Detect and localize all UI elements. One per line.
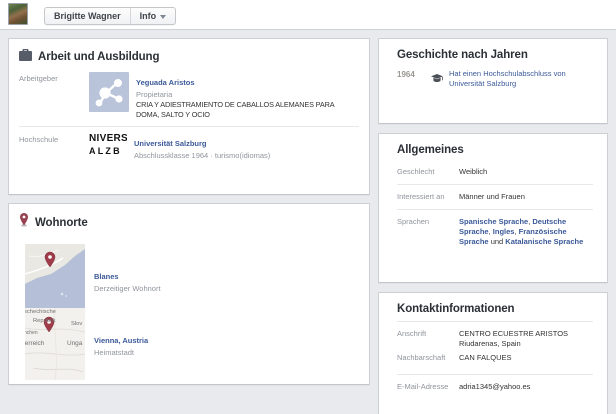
work-education-card: Arbeit und Ausbildung Arbeitgeber Yeguad… <box>8 38 370 195</box>
employer-label: Arbeitgeber <box>19 72 89 84</box>
neighborhood-row: Nachbarschaft CAN FALQUES <box>397 351 593 368</box>
interested-in-value: Männer und Frauen <box>459 192 593 202</box>
address-label: Anschrift <box>397 329 449 339</box>
interested-in-label: Interessiert an <box>397 192 449 202</box>
places-card: Wohnorte Blanes Derzeitiger Wohnort <box>8 203 370 385</box>
language-separator: und <box>489 237 506 246</box>
contact-info-title: Kontaktinformationen <box>397 303 593 315</box>
email-row: E-Mail-Adresse adria1345@yahoo.es <box>397 377 593 397</box>
current-city-link[interactable]: Blanes <box>94 272 119 281</box>
current-city-map-thumbnail[interactable] <box>25 244 85 308</box>
profile-nav-buttons: Brigitte Wagner Info <box>44 7 176 25</box>
basic-info-title: Allgemeines <box>397 144 593 156</box>
employer-role: Propietaria <box>136 90 359 100</box>
university-logo: NIVERS ALZB <box>89 133 127 159</box>
university-logo-text-2: ALZB <box>89 145 127 157</box>
info-tab-button[interactable]: Info <box>130 8 176 24</box>
row-divider <box>397 209 593 210</box>
hometown-link[interactable]: Vienna, Austria <box>94 336 148 345</box>
row-divider <box>397 374 593 375</box>
neighborhood-value: CAN FALQUES <box>459 353 593 363</box>
profile-name-button[interactable]: Brigitte Wagner <box>45 8 130 24</box>
row-divider <box>19 126 359 127</box>
profile-about-page: Brigitte Wagner Info Arbeit und Ausbildu… <box>0 0 616 414</box>
languages-value: Spanische Sprache, Deutsche Sprache, Ing… <box>459 217 593 247</box>
current-city-type: Derzeitiger Wohnort <box>94 284 161 294</box>
map-label: nchen <box>25 330 38 336</box>
college-row: Hochschule NIVERS ALZB Universität Salzb… <box>19 133 359 161</box>
address-row: Anschrift CENTRO ECUESTRE ARISTOS Riudar… <box>397 324 593 351</box>
history-entry-link[interactable]: Hat einen Hochschulabschluss von Univers… <box>449 69 593 89</box>
info-tab-label: Info <box>140 11 157 21</box>
employer-name-link[interactable]: Yeguada Aristos <box>136 78 195 87</box>
university-logo-text-1: NIVERS <box>89 133 127 145</box>
topbar: Brigitte Wagner Info <box>0 0 616 30</box>
graduation-cap-icon <box>431 69 443 88</box>
profile-photo[interactable] <box>8 3 28 25</box>
hometown-type: Heimatstadt <box>94 348 148 358</box>
language-link[interactable]: Katalanische Sprache <box>505 237 583 246</box>
basic-info-card: Allgemeines Geschlecht Weiblich Interess… <box>378 133 608 283</box>
college-details: Abschlussklasse 1964 · turismo(idiomas) <box>134 151 270 161</box>
college-logo-thumbnail[interactable]: NIVERS ALZB <box>89 133 127 159</box>
employer-page-thumbnail[interactable] <box>89 72 129 112</box>
current-city-row: Blanes Derzeitiger Wohnort <box>19 244 359 308</box>
map-label: terreich <box>25 340 44 347</box>
neighborhood-label: Nachbarschaft <box>397 353 449 363</box>
college-name-link[interactable]: Universität Salzburg <box>134 139 207 148</box>
employer-description: CRIA Y ADIESTRAMIENTO DE CABALLOS ALEMAN… <box>136 100 359 120</box>
caret-down-icon <box>160 15 166 19</box>
profile-name-label: Brigitte Wagner <box>54 11 121 21</box>
address-line1: CENTRO ECUESTRE ARISTOS <box>459 329 593 339</box>
work-education-title: Arbeit und Ausbildung <box>38 51 159 63</box>
map-label: Republik <box>33 318 56 324</box>
gender-label: Geschlecht <box>397 167 449 177</box>
languages-row: Sprachen Spanische Sprache, Deutsche Spr… <box>397 212 593 252</box>
employer-row: Arbeitgeber Yeguada Aristos Propietaria … <box>19 72 359 120</box>
row-divider <box>397 321 593 322</box>
map-pin-icon <box>19 213 29 232</box>
history-year: 1964 <box>397 69 425 79</box>
gender-row: Geschlecht Weiblich <box>397 162 593 182</box>
language-link[interactable]: Ingles <box>493 227 515 236</box>
places-title: Wohnorte <box>35 217 88 229</box>
page-placeholder-icon <box>89 72 129 112</box>
gender-value: Weiblich <box>459 167 593 177</box>
address-line2: Riudarenas, Spain <box>459 339 593 349</box>
briefcase-icon <box>19 48 32 66</box>
hometown-row: schechische Republik Slov nchen terreich… <box>19 308 359 380</box>
interested-in-row: Interessiert an Männer und Frauen <box>397 187 593 207</box>
map-label: Unga <box>67 340 82 347</box>
email-value: adria1345@yahoo.es <box>459 382 593 392</box>
history-entry-row: 1964 Hat einen Hochschulabschluss von Un… <box>397 69 593 89</box>
map-label: Slov <box>71 321 82 327</box>
hometown-map-thumbnail[interactable]: schechische Republik Slov nchen terreich… <box>25 308 85 380</box>
language-link[interactable]: Spanische Sprache <box>459 217 528 226</box>
email-label: E-Mail-Adresse <box>397 382 449 392</box>
college-label: Hochschule <box>19 133 89 145</box>
history-card: Geschichte nach Jahren 1964 Hat einen Ho… <box>378 38 608 124</box>
history-title: Geschichte nach Jahren <box>397 49 593 61</box>
row-divider <box>397 184 593 185</box>
map-label: schechische <box>25 309 56 315</box>
languages-label: Sprachen <box>397 217 449 227</box>
contact-info-card: Kontaktinformationen Anschrift CENTRO EC… <box>378 292 608 414</box>
